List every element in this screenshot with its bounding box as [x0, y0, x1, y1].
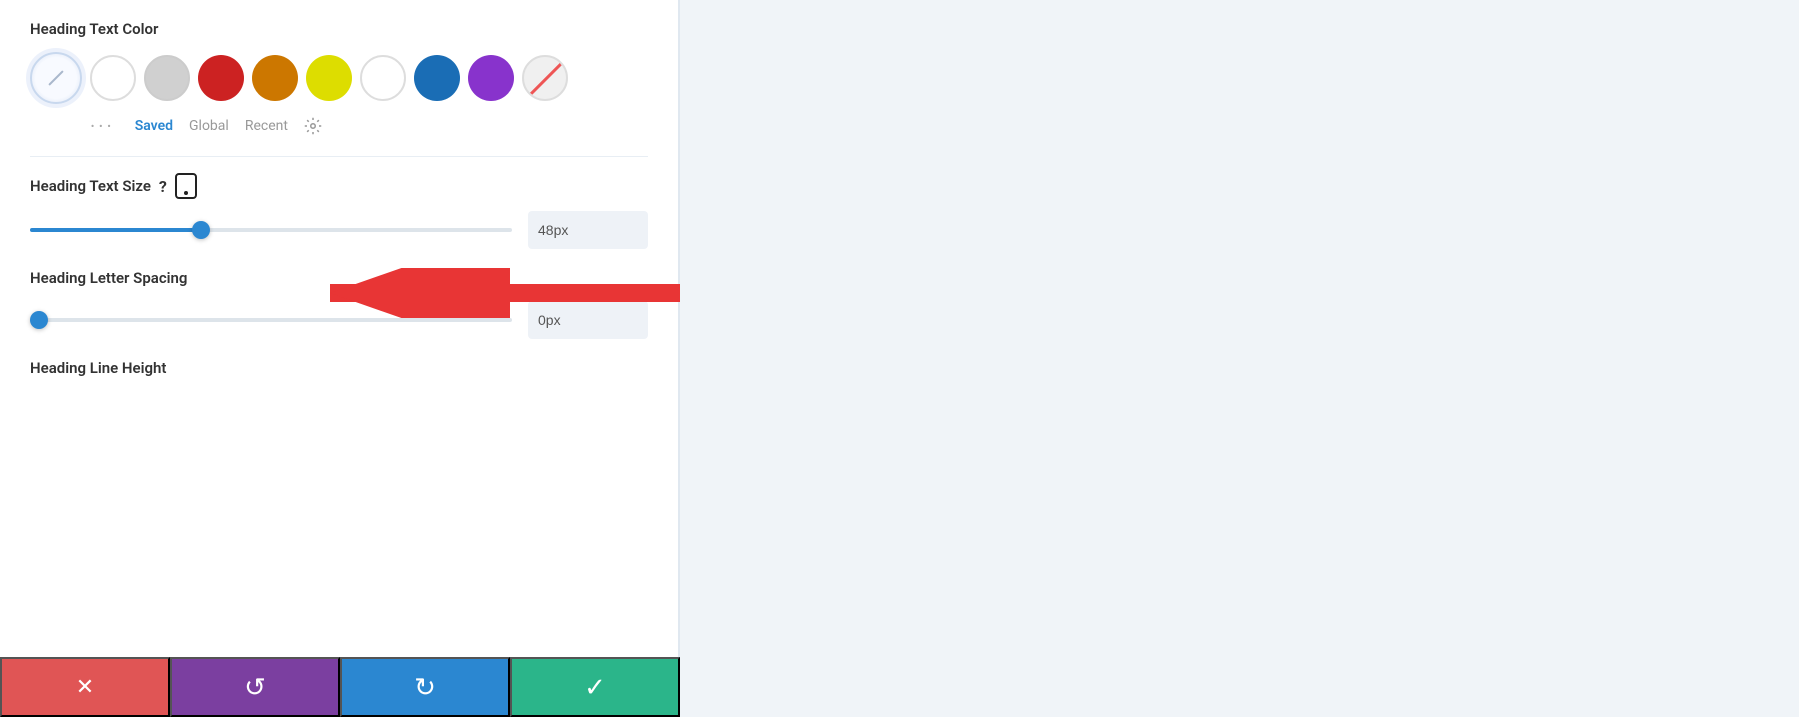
- heading-letter-spacing-label: Heading Letter Spacing: [30, 269, 648, 287]
- text-size-slider-row: 48px: [30, 211, 648, 249]
- tab-saved[interactable]: Saved: [135, 118, 173, 134]
- gear-icon[interactable]: [304, 117, 322, 135]
- heading-text-size-label: Heading Text Size: [30, 177, 151, 195]
- color-swatches-row: [30, 52, 648, 104]
- right-panel: [680, 0, 1799, 717]
- section-divider: [30, 156, 648, 157]
- undo-icon: ↺: [244, 672, 266, 703]
- color-swatch-red[interactable]: [198, 55, 244, 101]
- strikethrough-line-icon: [523, 58, 567, 101]
- color-swatch-light-gray[interactable]: [144, 55, 190, 101]
- heading-text-size-row: Heading Text Size ?: [30, 173, 648, 199]
- help-question-mark[interactable]: ?: [159, 177, 167, 196]
- color-tabs-row: ··· Saved Global Recent: [90, 114, 648, 138]
- letter-spacing-slider-row: 0px: [30, 301, 648, 339]
- color-swatch-yellow[interactable]: [306, 55, 352, 101]
- left-panel: Heading Text Color ··· Saved Global Rece…: [0, 0, 680, 717]
- color-swatch-blue[interactable]: [414, 55, 460, 101]
- bottom-toolbar: ✕ ↺ ↻ ✓: [0, 657, 680, 717]
- dots-indicator: ···: [90, 114, 115, 138]
- mobile-device-icon[interactable]: [175, 173, 197, 199]
- mobile-dot: [184, 191, 188, 195]
- heading-line-height-label: Heading Line Height: [30, 359, 648, 377]
- letter-spacing-slider-container: [30, 310, 512, 330]
- save-icon: ✓: [584, 672, 606, 703]
- color-swatch-none[interactable]: [522, 55, 568, 101]
- cancel-button[interactable]: ✕: [0, 657, 170, 717]
- tab-global[interactable]: Global: [189, 118, 229, 134]
- text-size-input[interactable]: 48px: [528, 211, 648, 249]
- tab-recent[interactable]: Recent: [245, 118, 288, 134]
- color-picker-button[interactable]: [30, 52, 82, 104]
- letter-spacing-input[interactable]: 0px: [528, 301, 648, 339]
- color-swatch-white[interactable]: [90, 55, 136, 101]
- heading-text-color-label: Heading Text Color: [30, 20, 648, 38]
- picker-needle-icon: [48, 70, 64, 86]
- color-swatch-purple[interactable]: [468, 55, 514, 101]
- redo-icon: ↻: [414, 672, 436, 703]
- text-size-slider-container: [30, 220, 512, 240]
- undo-button[interactable]: ↺: [170, 657, 340, 717]
- letter-spacing-slider[interactable]: [30, 318, 512, 322]
- color-swatch-orange[interactable]: [252, 55, 298, 101]
- redo-button[interactable]: ↻: [340, 657, 510, 717]
- text-size-slider[interactable]: [30, 228, 512, 232]
- cancel-icon: ✕: [76, 674, 94, 700]
- save-button[interactable]: ✓: [510, 657, 680, 717]
- color-swatch-white2[interactable]: [360, 55, 406, 101]
